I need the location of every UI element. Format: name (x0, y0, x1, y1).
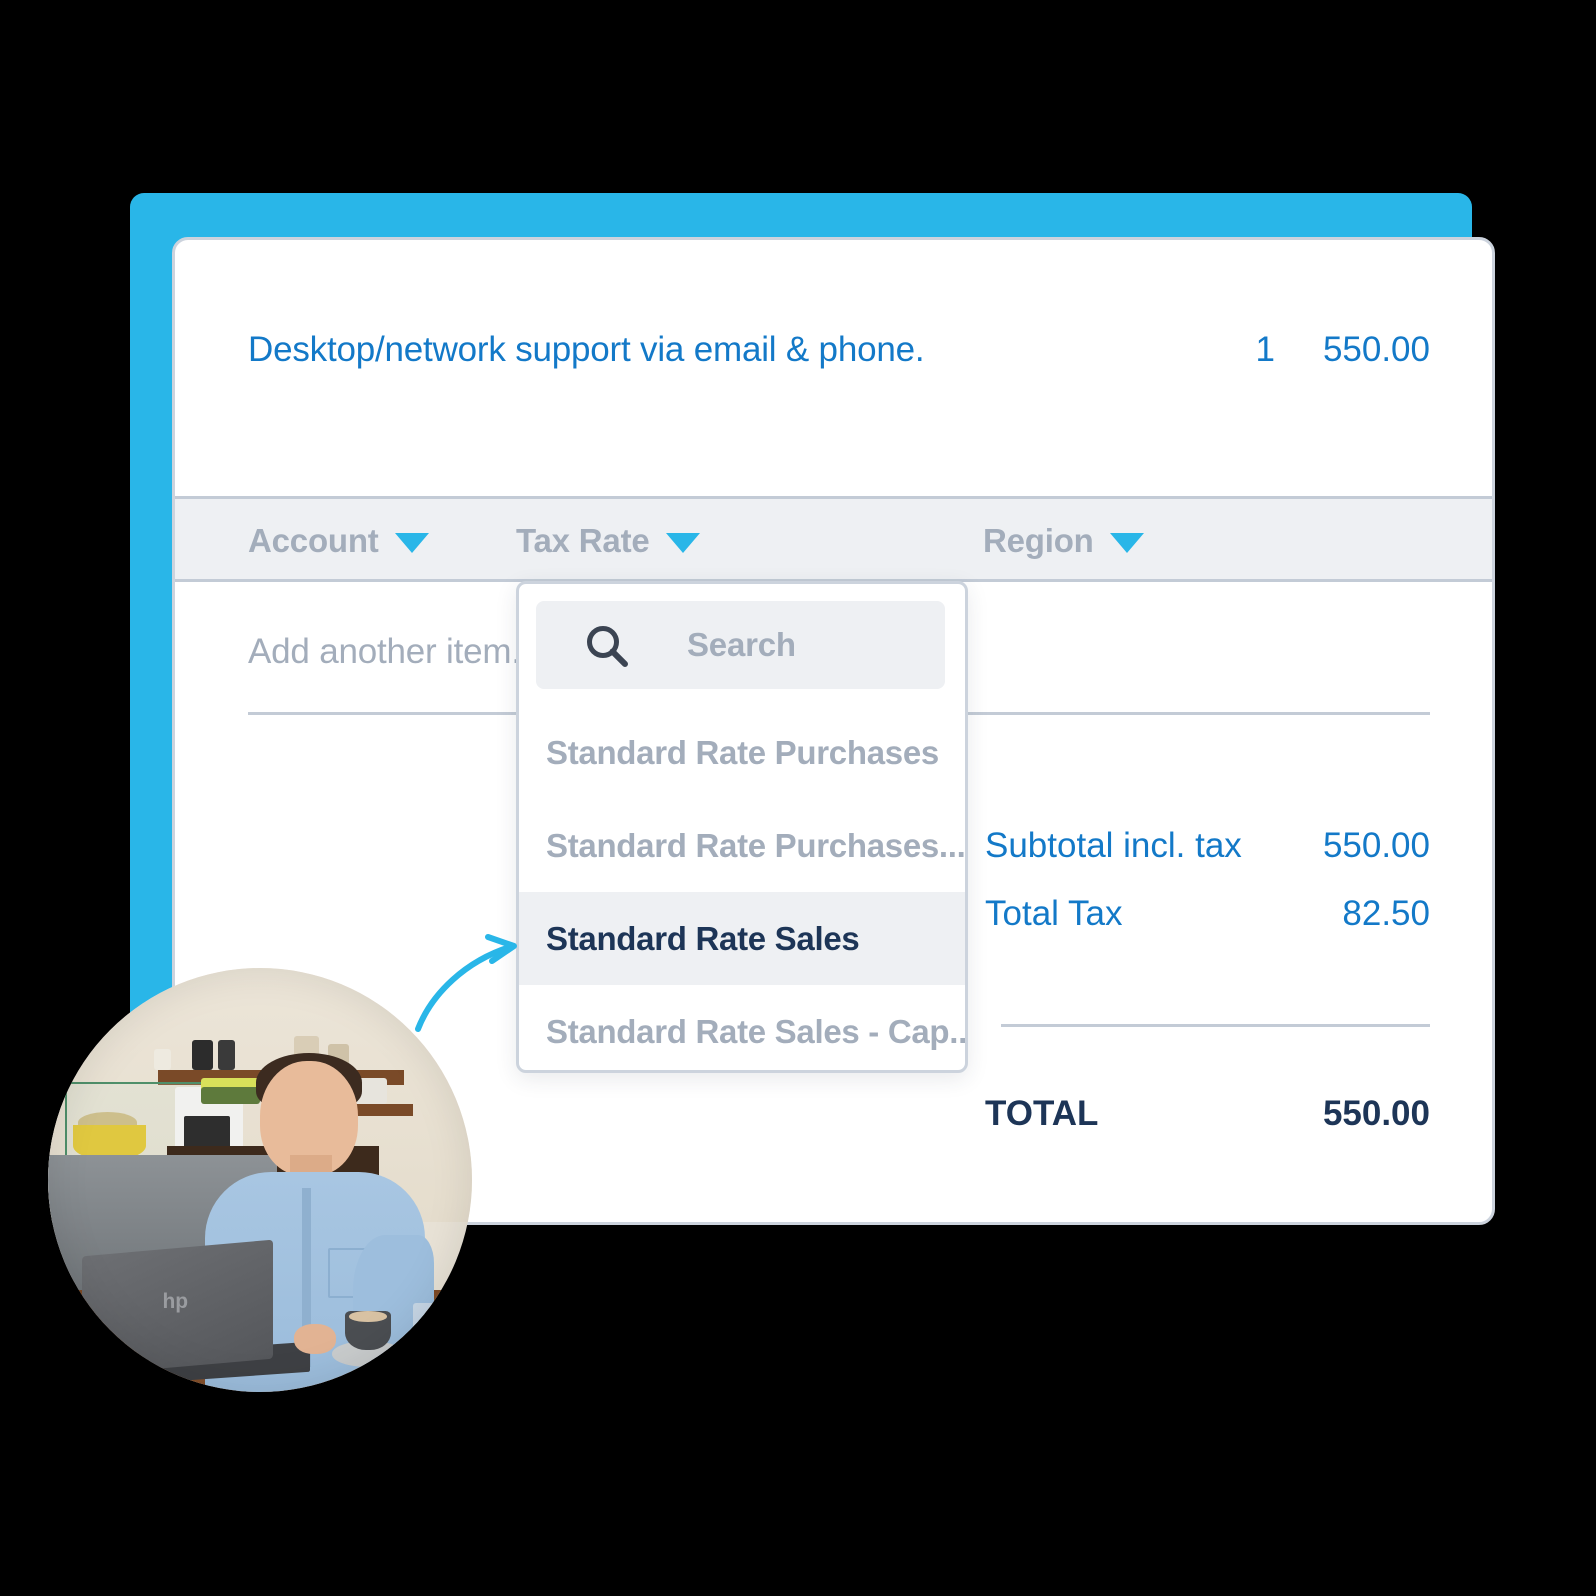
column-header-row: Account Tax Rate Region (175, 496, 1492, 582)
invoice-line-item-row: Desktop/network support via email & phon… (175, 240, 1492, 496)
tax-rate-dropdown[interactable]: Search Standard Rate Purchases Standard … (516, 581, 968, 1073)
grand-total-value: 550.00 (1322, 1094, 1430, 1133)
add-another-item-input[interactable]: Add another item... (248, 632, 540, 672)
chevron-down-icon[interactable] (665, 533, 700, 553)
subtotal-label: Subtotal incl. tax (985, 826, 1242, 865)
screenshot-stage: Desktop/network support via email & phon… (0, 0, 1596, 1596)
dropdown-option[interactable]: Standard Rate Sales - Cap.. (519, 985, 965, 1070)
subtotal-value: 550.00 (1322, 826, 1430, 865)
column-header-account-label: Account (248, 522, 379, 559)
column-header-region-label: Region (983, 522, 1094, 559)
column-header-tax-rate-label: Tax Rate (516, 522, 650, 559)
subtotal-row: Subtotal incl. tax 550.00 (985, 826, 1430, 866)
dropdown-search-box[interactable]: Search (536, 601, 945, 689)
column-header-tax-rate[interactable]: Tax Rate (516, 522, 700, 560)
dropdown-option-selected[interactable]: Standard Rate Sales (519, 892, 965, 985)
column-header-account[interactable]: Account (248, 522, 429, 560)
photo-content: hp (48, 968, 472, 1392)
dropdown-option-list: Standard Rate Purchases Standard Rate Pu… (519, 706, 965, 1070)
line-item-description[interactable]: Desktop/network support via email & phon… (248, 330, 948, 369)
totals-divider (1001, 1024, 1430, 1027)
chevron-down-icon[interactable] (1109, 533, 1144, 553)
dropdown-search-input[interactable]: Search (687, 626, 796, 664)
dropdown-option[interactable]: Standard Rate Purchases... (519, 799, 965, 892)
total-tax-label: Total Tax (985, 894, 1123, 933)
total-tax-value: 82.50 (1342, 894, 1430, 933)
total-tax-row: Total Tax 82.50 (985, 894, 1430, 934)
grand-total-label: TOTAL (985, 1094, 1099, 1133)
chevron-down-icon[interactable] (394, 533, 429, 553)
dropdown-option[interactable]: Standard Rate Purchases (519, 706, 965, 799)
column-header-region[interactable]: Region (983, 522, 1144, 560)
search-icon (584, 623, 630, 674)
cafe-laptop-photo: hp (48, 968, 472, 1392)
grand-total-row: TOTAL 550.00 (985, 1094, 1430, 1134)
line-item-amount[interactable]: 550.00 (1175, 330, 1430, 370)
